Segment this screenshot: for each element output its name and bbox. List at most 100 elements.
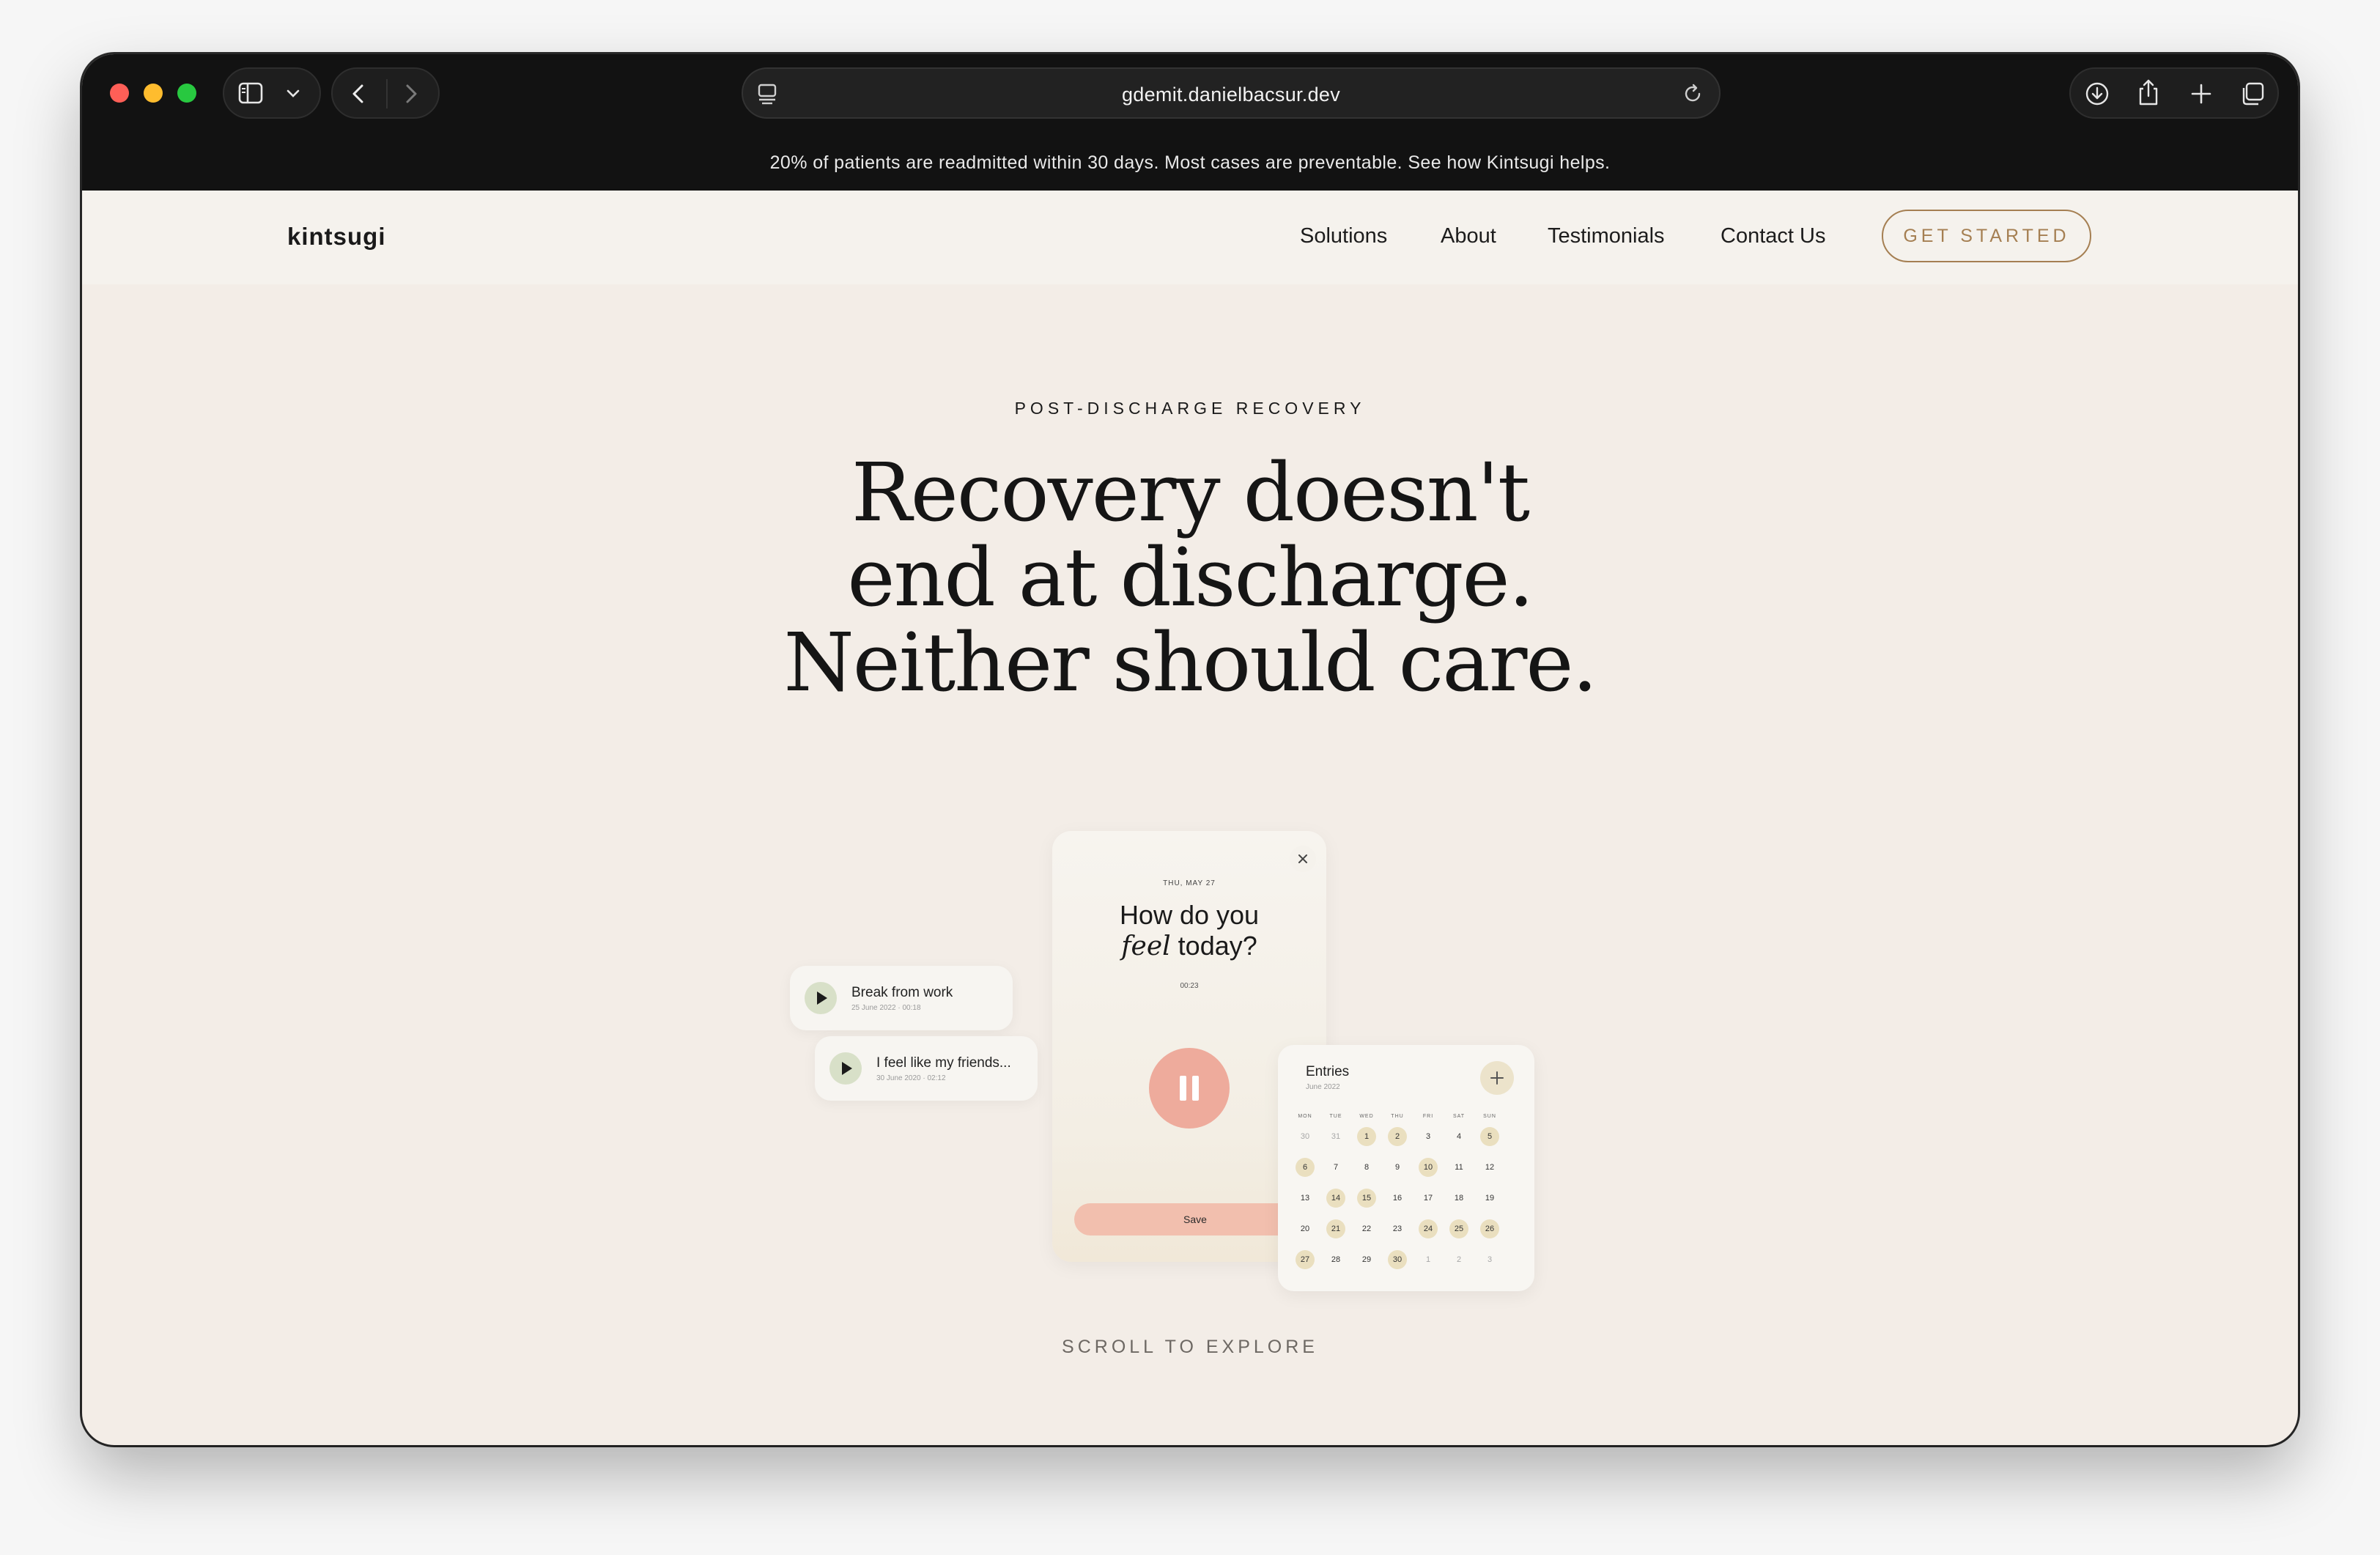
question-line-2: feel today? [1052,931,1326,962]
recorder-question: How do you feel today? [1052,900,1326,962]
close-window-button[interactable] [110,84,129,103]
play-icon[interactable] [829,1052,862,1085]
share-icon[interactable] [2135,78,2162,107]
nav-link-solutions[interactable]: Solutions [1300,224,1387,248]
add-entry-button[interactable] [1480,1061,1514,1095]
calendar-day[interactable]: 7 [1326,1158,1345,1177]
calendar-day[interactable]: 31 [1326,1127,1345,1146]
headline-line-2: end at discharge. [847,531,1534,624]
nav-link-about[interactable]: About [1441,224,1496,248]
close-icon [1298,854,1307,863]
new-tab-icon[interactable] [2188,81,2214,107]
calendar-title: Entries [1306,1064,1350,1079]
calendar-day[interactable]: 5 [1480,1127,1499,1146]
play-icon[interactable] [805,982,837,1014]
question-rest: today? [1170,931,1257,961]
calendar-day[interactable]: 10 [1419,1158,1438,1177]
nav-link-contact[interactable]: Contact Us [1721,224,1825,248]
site-logo[interactable]: kintsugi [287,223,386,251]
calendar-day[interactable]: 27 [1296,1250,1315,1269]
calendar-day[interactable]: 2 [1449,1250,1468,1269]
audio-entry-meta: 30 June 2020 · 02:12 [876,1074,946,1082]
calendar-day[interactable]: 13 [1296,1189,1315,1208]
back-icon[interactable] [347,82,371,106]
calendar-day[interactable]: 3 [1419,1127,1438,1146]
browser-actions-group [2069,67,2279,119]
headline-line-1: Recovery doesn't [851,446,1530,539]
scroll-to-explore[interactable]: SCROLL TO EXPLORE [82,1337,2298,1358]
plus-icon [1490,1071,1504,1085]
browser-window: gdemit.danielbacsur.dev 20% of patients … [82,54,2298,1445]
calendar-day[interactable]: 25 [1449,1219,1468,1238]
headline-line-3: Neither should care. [783,616,1598,709]
nav-divider [386,79,388,108]
pause-button[interactable] [1149,1048,1230,1129]
announcement-banner[interactable]: 20% of patients are readmitted within 30… [82,135,2298,191]
calendar-weekday: THU [1391,1114,1404,1119]
sidebar-icon[interactable] [237,81,264,106]
calendar-day[interactable]: 4 [1449,1127,1468,1146]
calendar-weekday: WED [1359,1114,1374,1119]
calendar-day[interactable]: 3 [1480,1250,1499,1269]
calendar-day[interactable]: 24 [1419,1219,1438,1238]
entries-calendar: Entries June 2022 MON TUE WED THU FRI SAT SUN 3… [1278,1045,1534,1291]
audio-entry-card[interactable]: I feel like my friends... 30 June 2020 ·… [815,1036,1038,1101]
calendar-day[interactable]: 1 [1419,1250,1438,1269]
nav-link-testimonials[interactable]: Testimonials [1548,224,1665,248]
calendar-day[interactable]: 26 [1480,1219,1499,1238]
calendar-day[interactable]: 30 [1296,1127,1315,1146]
sidebar-toggle-group [223,67,321,119]
get-started-button[interactable]: GET STARTED [1882,210,2091,262]
forward-icon[interactable] [399,82,422,106]
url-text[interactable]: gdemit.danielbacsur.dev [743,84,1719,106]
chevron-down-icon[interactable] [284,86,302,101]
hero-headline: Recovery doesn't end at discharge. Neith… [82,450,2298,705]
question-line-1: How do you [1119,900,1260,930]
audio-entry-title: I feel like my friends... [876,1055,1011,1071]
tab-overview-icon[interactable] [2239,81,2266,107]
calendar-day[interactable]: 17 [1419,1189,1438,1208]
calendar-weekday: MON [1298,1114,1312,1119]
calendar-day[interactable]: 19 [1480,1189,1499,1208]
calendar-day[interactable]: 8 [1357,1158,1376,1177]
calendar-day[interactable]: 6 [1296,1158,1315,1177]
audio-entry-meta: 25 June 2022 · 00:18 [851,1004,921,1012]
recorder-date: THU, MAY 27 [1163,879,1216,887]
calendar-weekday: FRI [1422,1114,1434,1119]
calendar-day[interactable]: 1 [1357,1127,1376,1146]
calendar-day[interactable]: 28 [1326,1250,1345,1269]
download-icon[interactable] [2084,81,2110,107]
calendar-weekday: SUN [1483,1114,1496,1119]
recorder-timer: 00:23 [1180,982,1199,990]
calendar-day[interactable]: 29 [1357,1250,1376,1269]
pause-icon [1180,1076,1199,1101]
calendar-weekday: TUE [1329,1114,1342,1119]
audio-entry-title: Break from work [851,985,953,1000]
calendar-day[interactable]: 14 [1326,1189,1345,1208]
minimize-window-button[interactable] [144,84,163,103]
address-bar[interactable]: gdemit.danielbacsur.dev [742,67,1721,119]
calendar-day[interactable]: 30 [1388,1250,1407,1269]
calendar-day[interactable]: 9 [1388,1158,1407,1177]
audio-entry-card[interactable]: Break from work 25 June 2022 · 00:18 [790,966,1013,1030]
calendar-day[interactable]: 16 [1388,1189,1407,1208]
calendar-day[interactable]: 15 [1357,1189,1376,1208]
calendar-day[interactable]: 2 [1388,1127,1407,1146]
recorder-close-button[interactable] [1290,846,1316,872]
calendar-subtitle: June 2022 [1306,1083,1340,1091]
site-navbar: kintsugi Solutions About Testimonials Co… [82,191,2298,284]
reload-icon[interactable] [1681,82,1704,106]
calendar-day[interactable]: 21 [1326,1219,1345,1238]
browser-toolbar: gdemit.danielbacsur.dev [82,54,2298,135]
hero-eyebrow: POST-DISCHARGE RECOVERY [1014,399,1366,418]
calendar-weekday: SAT [1452,1114,1466,1119]
calendar-day[interactable]: 22 [1357,1219,1376,1238]
calendar-day[interactable]: 20 [1296,1219,1315,1238]
calendar-day[interactable]: 18 [1449,1189,1468,1208]
question-italic-word: feel [1121,931,1171,961]
calendar-day[interactable]: 23 [1388,1219,1407,1238]
history-nav-group [331,67,440,119]
zoom-window-button[interactable] [177,84,196,103]
calendar-day[interactable]: 12 [1480,1158,1499,1177]
calendar-day[interactable]: 11 [1449,1158,1468,1177]
